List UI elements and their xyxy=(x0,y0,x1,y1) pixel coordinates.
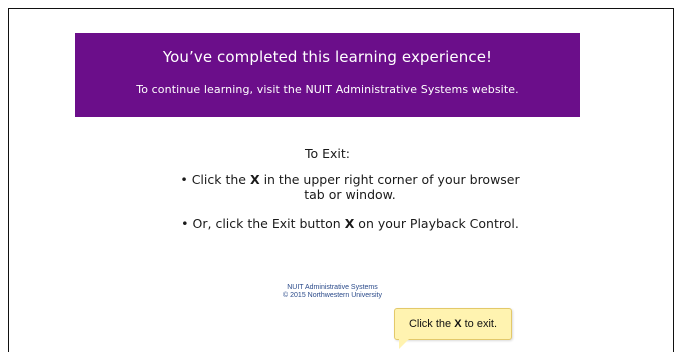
instruction-text: on your Playback Control. xyxy=(354,216,519,231)
exit-instruction-1: • Click the X in the upper right corner … xyxy=(170,172,530,202)
footer-copyright: © 2015 Northwestern University xyxy=(283,292,382,299)
footer-org: NUIT Administrative Systems xyxy=(287,284,378,291)
instruction-text: Or, click the Exit button xyxy=(192,216,345,231)
exit-tooltip: Click the X to exit. xyxy=(394,308,512,349)
tooltip-x-key: X xyxy=(454,318,462,330)
tooltip-text-after: to exit. xyxy=(461,318,498,330)
bullet-marker: • xyxy=(180,172,188,187)
banner-subtitle: To continue learning, visit the NUIT Adm… xyxy=(136,83,519,96)
bullet-marker: • xyxy=(181,216,189,231)
footer: NUIT Administrative Systems © 2015 North… xyxy=(0,284,665,300)
banner-title: You’ve completed this learning experienc… xyxy=(162,48,493,66)
tooltip-tail xyxy=(399,339,409,349)
instruction-text: in the upper right corner of your browse… xyxy=(259,172,520,202)
completion-banner: You’ve completed this learning experienc… xyxy=(75,33,580,117)
close-x-key: X xyxy=(249,172,260,187)
exit-instruction-2: • Or, click the Exit button X on your Pl… xyxy=(170,216,530,231)
exit-heading: To Exit: xyxy=(304,146,350,161)
tooltip-text-before: Click the xyxy=(408,318,455,330)
exit-x-key: X xyxy=(344,216,355,231)
tooltip-text: Click the X to exit. xyxy=(395,318,511,330)
instruction-text: Click the xyxy=(191,172,250,187)
